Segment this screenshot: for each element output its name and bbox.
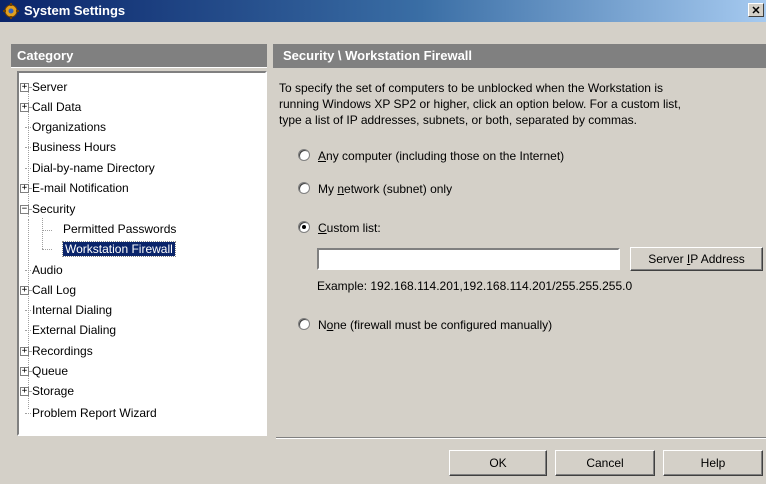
expand-icon[interactable]: + (20, 286, 29, 295)
expand-icon[interactable]: + (20, 367, 29, 376)
tree-item[interactable]: + Recordings (20, 343, 93, 359)
expand-icon[interactable]: + (20, 103, 29, 112)
tree-connector (29, 391, 31, 392)
expand-icon[interactable]: + (20, 184, 29, 193)
tree-item-label: Internal Dialing (32, 303, 113, 317)
close-icon: ✕ (751, 5, 761, 17)
tree-item[interactable]: + Storage (20, 383, 75, 399)
tree-item-label: Problem Report Wizard (32, 406, 157, 420)
custom-ip-list-input[interactable] (317, 248, 620, 270)
tree-connector (25, 127, 31, 128)
tree-item[interactable]: Workstation Firewall (60, 241, 176, 257)
cancel-button[interactable]: Cancel (555, 450, 655, 476)
radio-custom-list[interactable] (298, 221, 310, 233)
tree-item[interactable]: External Dialing (25, 322, 117, 338)
tree-item[interactable]: + Call Data (20, 99, 82, 115)
example-text: Example: 192.168.114.201,192.168.114.201… (317, 279, 633, 293)
collapse-icon[interactable]: − (20, 205, 29, 214)
tree-item[interactable]: + E-mail Notification (20, 180, 129, 196)
tree-connector (25, 330, 31, 331)
section-header: Security \ Workstation Firewall (273, 44, 766, 68)
tree-item[interactable]: Business Hours (25, 139, 117, 155)
option-custom-list-label: Custom list: (318, 221, 381, 235)
description-line: running Windows XP SP2 or higher, click … (279, 97, 681, 111)
description-line: type a list of IP addresses, subnets, or… (279, 113, 637, 127)
title-bar: System Settings ✕ (0, 0, 766, 22)
settings-app-icon (3, 3, 19, 19)
tree-item-label: Business Hours (32, 140, 117, 154)
description: To specify the set of computers to be un… (279, 80, 759, 128)
tree-item[interactable]: + Queue (20, 363, 69, 379)
tree-item-label: Call Data (32, 100, 82, 114)
tree-item-label: Call Log (32, 283, 77, 297)
tree-connector (42, 249, 52, 250)
tree-connector (29, 209, 31, 210)
tree-item[interactable]: + Call Log (20, 282, 77, 298)
category-header: Category (11, 44, 267, 68)
server-ip-address-button[interactable]: Server IP Address (630, 247, 763, 271)
tree-item[interactable]: Dial-by-name Directory (25, 160, 155, 176)
expand-icon[interactable]: + (20, 347, 29, 356)
tree-connector (29, 87, 31, 88)
tree-item-label: Security (32, 202, 76, 216)
tree-item-label: E-mail Notification (32, 181, 129, 195)
tree-item[interactable]: Problem Report Wizard (25, 405, 157, 421)
tree-connector (29, 351, 31, 352)
option-any-computer-label: Any computer (including those on the Int… (318, 149, 565, 163)
expand-icon[interactable]: + (20, 387, 29, 396)
tree-item[interactable]: − Security (20, 201, 76, 217)
option-my-network-label: My network (subnet) only (318, 182, 453, 196)
tree-item[interactable]: Internal Dialing (25, 302, 113, 318)
tree-item[interactable]: Organizations (25, 119, 107, 135)
tree-connector (25, 270, 31, 271)
tree-connector (29, 188, 31, 189)
close-button[interactable]: ✕ (748, 3, 764, 17)
tree-item-label: Audio (32, 263, 63, 277)
description-line: To specify the set of computers to be un… (279, 81, 663, 95)
help-button[interactable]: Help (663, 450, 763, 476)
radio-my-network[interactable] (298, 182, 310, 194)
tree-connector (29, 371, 31, 372)
ok-button[interactable]: OK (449, 450, 547, 476)
tree-item-label: Queue (32, 364, 69, 378)
tree-connector (25, 168, 31, 169)
tree-item-label: Dial-by-name Directory (32, 161, 155, 175)
tree-item[interactable]: + Server (20, 79, 68, 95)
tree-item[interactable]: Audio (25, 262, 63, 278)
tree-item-label: Workstation Firewall (62, 241, 176, 257)
tree-connector (42, 230, 52, 231)
expand-icon[interactable]: + (20, 83, 29, 92)
radio-any-computer[interactable] (298, 149, 310, 161)
tree-item[interactable]: Permitted Passwords (60, 221, 177, 237)
tree-connector (29, 290, 31, 291)
radio-none[interactable] (298, 318, 310, 330)
tree-item-label: Organizations (32, 120, 107, 134)
tree-connector (25, 147, 31, 148)
window-title: System Settings (24, 3, 126, 18)
tree-item-label: External Dialing (32, 323, 117, 337)
tree-item-label: Server (32, 80, 68, 94)
tree-item-label: Recordings (32, 344, 93, 358)
tree-connector (25, 310, 31, 311)
tree-item-label: Storage (32, 384, 75, 398)
tree-connector (25, 413, 31, 414)
footer-separator (276, 437, 766, 439)
tree-item-label: Permitted Passwords (63, 222, 177, 236)
tree-connector (29, 107, 31, 108)
tree-connector (42, 218, 43, 249)
option-none-label: None (firewall must be configured manual… (318, 318, 553, 332)
